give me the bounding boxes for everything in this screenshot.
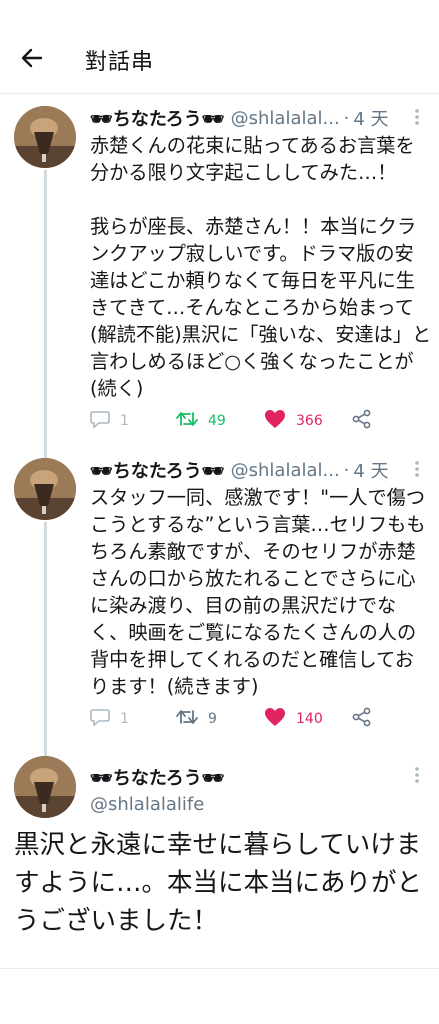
- share-button[interactable]: [352, 707, 372, 731]
- avatar[interactable]: [14, 756, 76, 818]
- page-title: 對話串: [85, 50, 155, 75]
- like-button[interactable]: 140: [264, 707, 323, 731]
- more-vertical-icon: [414, 108, 420, 132]
- like-count: 366: [296, 413, 323, 429]
- retweet-button[interactable]: 49: [176, 410, 226, 432]
- reply-count: 1: [120, 711, 129, 727]
- thread-connector: [44, 522, 47, 756]
- avatar[interactable]: [14, 458, 76, 520]
- display-name[interactable]: 🕶ちなたろう🕶: [90, 458, 225, 482]
- display-name[interactable]: 🕶ちなたろう🕶: [90, 106, 225, 130]
- tweet-menu-button[interactable]: [407, 460, 427, 484]
- like-count: 140: [296, 711, 323, 727]
- more-vertical-icon: [414, 766, 420, 790]
- like-button[interactable]: 366: [264, 409, 323, 433]
- tweet-header: 🕶ちなたろう🕶 @shlalalal... · 4 天: [90, 106, 420, 131]
- tweet-header: 🕶ちなたろう🕶 @shlalalal... · 4 天: [90, 458, 420, 483]
- focused-tweet-text: 黒沢と永遠に幸せに暮らしていけますように…。本当に本当にありがとうございました！: [14, 830, 423, 936]
- reply-button[interactable]: 1: [90, 708, 129, 730]
- tweet-actions: 1 49 366: [90, 409, 390, 433]
- user-handle[interactable]: @shlalalalife: [90, 794, 204, 815]
- avatar[interactable]: [14, 106, 76, 168]
- reply-bubble-icon: [90, 410, 110, 432]
- retweet-button[interactable]: 9: [176, 708, 217, 730]
- heart-icon: [264, 409, 286, 433]
- top-app-bar: 對話串: [0, 0, 439, 94]
- reply-bubble-icon: [90, 708, 110, 730]
- separator-dot: ·: [343, 459, 350, 481]
- tweet-actions: 1 9 140: [90, 707, 390, 731]
- more-vertical-icon: [414, 460, 420, 484]
- timestamp[interactable]: 4 天: [353, 106, 388, 130]
- display-name[interactable]: 🕶ちなたろう🕶: [90, 764, 225, 790]
- tweet-menu-button[interactable]: [407, 766, 427, 790]
- user-handle[interactable]: @shlalalal...: [231, 460, 340, 481]
- tweet-text: 赤楚くんの花束に貼ってあるお言葉を分かる限り文字起こししてみた…！ 我らが座長、…: [90, 134, 432, 400]
- share-icon: [352, 707, 372, 731]
- thread-connector: [44, 170, 47, 458]
- back-arrow-icon: [21, 48, 43, 72]
- user-handle[interactable]: @shlalalal...: [231, 108, 340, 129]
- share-icon: [352, 409, 372, 433]
- reply-button[interactable]: 1: [90, 410, 129, 432]
- reply-count: 1: [120, 413, 129, 429]
- retweet-icon: [176, 708, 198, 730]
- back-button[interactable]: [14, 44, 50, 76]
- divider: [0, 968, 439, 969]
- heart-icon: [264, 707, 286, 731]
- tweet-menu-button[interactable]: [407, 108, 427, 132]
- timestamp[interactable]: 4 天: [353, 458, 388, 482]
- tweet-text: スタッフ一同、感激です！"一人で傷つこうとするな”という言葉…セリフももちろん素…: [90, 486, 426, 698]
- share-button[interactable]: [352, 409, 372, 433]
- separator-dot: ·: [343, 107, 350, 129]
- retweet-count: 49: [208, 413, 226, 429]
- retweet-count: 9: [208, 711, 217, 727]
- retweet-icon: [176, 410, 198, 432]
